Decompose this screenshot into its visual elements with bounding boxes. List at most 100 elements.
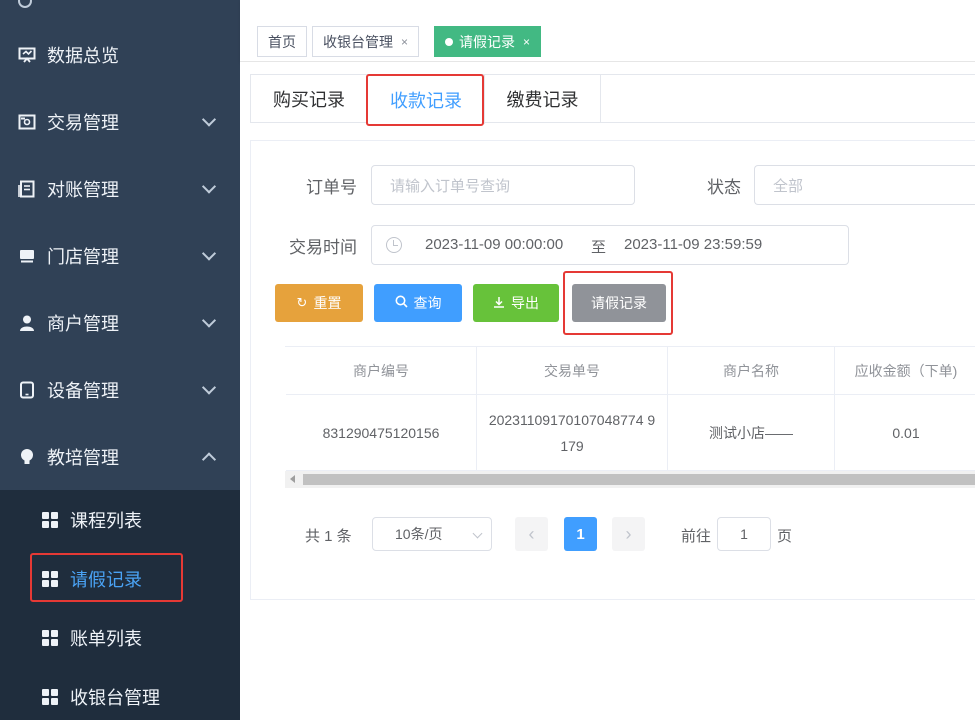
table-horizontal-scrollbar[interactable] — [285, 471, 975, 488]
grid-icon — [42, 512, 58, 528]
sidebar-top-logo — [0, 0, 240, 18]
page-size-select[interactable]: 10条/页 — [372, 517, 492, 551]
chevron-down-icon — [201, 379, 217, 395]
sidebar-item-merchant[interactable]: 商户管理 — [0, 289, 240, 356]
sidebar-subitem-leave-records[interactable]: 请假记录 — [0, 550, 240, 608]
close-icon[interactable]: × — [401, 35, 408, 49]
table-header-amount: 应收金额（下单) — [835, 347, 975, 395]
sidebar-item-label: 数据总览 — [47, 45, 119, 66]
next-page-button[interactable]: › — [612, 517, 645, 551]
prev-page-button[interactable]: ‹ — [515, 517, 548, 551]
table-header-merchant-no: 商户编号 — [286, 347, 477, 395]
table-cell-merchant-no: 831290475120156 — [286, 395, 477, 471]
order-no-placeholder: 请输入订单号查询 — [390, 177, 511, 195]
status-select[interactable]: 全部 — [754, 165, 975, 205]
time-end-value[interactable]: 2023-11-09 23:59:59 — [624, 236, 762, 253]
tab-label: 缴费记录 — [506, 90, 579, 110]
sidebar-item-education[interactable]: 教培管理 — [0, 423, 240, 490]
records-table: 商户编号 交易单号 商户名称 应收金额（下单) 831290475120156 … — [285, 346, 975, 471]
tag-home[interactable]: 首页 — [257, 26, 307, 57]
chevron-down-icon — [201, 111, 217, 127]
table-header-merchant-name: 商户名称 — [668, 347, 835, 395]
sidebar-item-label: 商户管理 — [47, 313, 119, 334]
active-dot-icon — [445, 37, 453, 46]
reset-button-label: 重置 — [313, 295, 342, 311]
time-separator: 至 — [591, 239, 607, 256]
scrollbar-thumb[interactable] — [303, 474, 975, 485]
search-panel: 订单号 请输入订单号查询 状态 全部 交易时间 2023-11-09 00:00… — [250, 140, 975, 600]
main-content: 购买记录 收款记录 缴费记录 订单号 请输入订单号查询 状态 全部 交易时间 2… — [240, 62, 975, 720]
lightbulb-icon — [17, 447, 37, 467]
download-icon — [493, 296, 505, 311]
record-tabs: 购买记录 收款记录 缴费记录 — [250, 74, 975, 124]
page-size-value: 10条/页 — [395, 526, 443, 542]
trade-time-label: 交易时间 — [289, 238, 357, 257]
search-icon — [395, 295, 408, 311]
chevron-down-icon — [201, 312, 217, 328]
sidebar-item-label: 设备管理 — [47, 380, 119, 401]
page-number-button[interactable]: 1 — [564, 517, 597, 551]
export-button[interactable]: 导出 — [473, 284, 559, 322]
refresh-icon: ↻ — [296, 295, 308, 310]
order-no-label: 订单号 — [306, 178, 357, 197]
goto-page-input[interactable]: 1 — [717, 517, 771, 551]
chevron-up-icon — [201, 451, 217, 467]
export-button-label: 导出 — [511, 295, 539, 311]
chevron-down-icon — [472, 528, 483, 539]
tag-label: 收银台管理 — [323, 33, 393, 50]
sidebar-item-label: 对账管理 — [47, 179, 119, 200]
sidebar-subitem-label: 课程列表 — [70, 511, 142, 531]
tab-payment-records[interactable]: 收款记录 — [367, 75, 485, 124]
clock-icon — [386, 237, 402, 253]
chevron-down-icon — [201, 245, 217, 261]
document-icon — [17, 179, 37, 199]
monitor-icon — [17, 45, 37, 65]
sidebar-subitem-label: 请假记录 — [70, 570, 142, 590]
tablet-icon — [17, 380, 37, 400]
sidebar-item-label: 门店管理 — [47, 246, 119, 267]
sidebar-item-reconcile[interactable]: 对账管理 — [0, 155, 240, 222]
sidebar-item-overview[interactable]: 数据总览 — [0, 21, 240, 88]
sidebar-subitem-cashier[interactable]: 收银台管理 — [0, 668, 240, 720]
tab-purchase-records[interactable]: 购买记录 — [251, 75, 367, 123]
tab-label: 收款记录 — [390, 90, 462, 111]
table-header-trade-no: 交易单号 — [477, 347, 668, 395]
sidebar-subitem-bill-list[interactable]: 账单列表 — [0, 609, 240, 667]
pagination-total: 共 1 条 — [305, 528, 352, 545]
sidebar-subitem-label: 账单列表 — [70, 629, 142, 649]
page-unit-label: 页 — [777, 528, 793, 545]
sidebar: 数据总览 交易管理 对账管理 门店管理 商户管理 设备管理 教培管理 课程列表 … — [0, 0, 240, 720]
time-start-value[interactable]: 2023-11-09 00:00:00 — [425, 236, 563, 253]
table-cell-trade-no: 20231109170107048774 9179 — [477, 395, 668, 471]
table-cell-amount: 0.01 — [835, 395, 975, 471]
sidebar-subitem-course-list[interactable]: 课程列表 — [0, 491, 240, 549]
tag-cashier[interactable]: 收银台管理 × — [312, 26, 420, 57]
tag-leave-records[interactable]: 请假记录 × — [434, 26, 542, 57]
store-icon — [17, 246, 37, 266]
sidebar-item-trade[interactable]: 交易管理 — [0, 88, 240, 155]
submenu-education: 课程列表 请假记录 账单列表 收银台管理 — [0, 490, 240, 720]
tab-label: 购买记录 — [273, 90, 345, 110]
query-button-label: 查询 — [413, 295, 442, 311]
user-icon — [17, 313, 37, 333]
tag-label: 请假记录 — [459, 33, 515, 50]
tags-view-bar: 首页 收银台管理 × 请假记录 × — [240, 0, 975, 62]
leave-records-button[interactable]: 请假记录 — [572, 284, 666, 322]
status-label: 状态 — [707, 178, 741, 197]
grid-icon — [42, 571, 58, 587]
sidebar-item-device[interactable]: 设备管理 — [0, 356, 240, 423]
scroll-left-icon[interactable] — [290, 475, 295, 483]
order-no-input[interactable]: 请输入订单号查询 — [371, 165, 635, 205]
chevron-down-icon — [201, 178, 217, 194]
reset-button[interactable]: ↻ 重置 — [275, 284, 363, 322]
sidebar-item-label: 交易管理 — [47, 112, 119, 133]
close-icon[interactable]: × — [523, 35, 530, 49]
leave-records-button-label: 请假记录 — [591, 295, 647, 311]
goto-label: 前往 — [681, 528, 712, 545]
sidebar-item-store[interactable]: 门店管理 — [0, 222, 240, 289]
trade-time-range[interactable]: 2023-11-09 00:00:00 至 2023-11-09 23:59:5… — [371, 225, 849, 265]
wallet-icon — [17, 112, 37, 132]
tab-fee-records[interactable]: 缴费记录 — [485, 75, 601, 123]
query-button[interactable]: 查询 — [374, 284, 462, 322]
sidebar-subitem-label: 收银台管理 — [70, 688, 160, 708]
